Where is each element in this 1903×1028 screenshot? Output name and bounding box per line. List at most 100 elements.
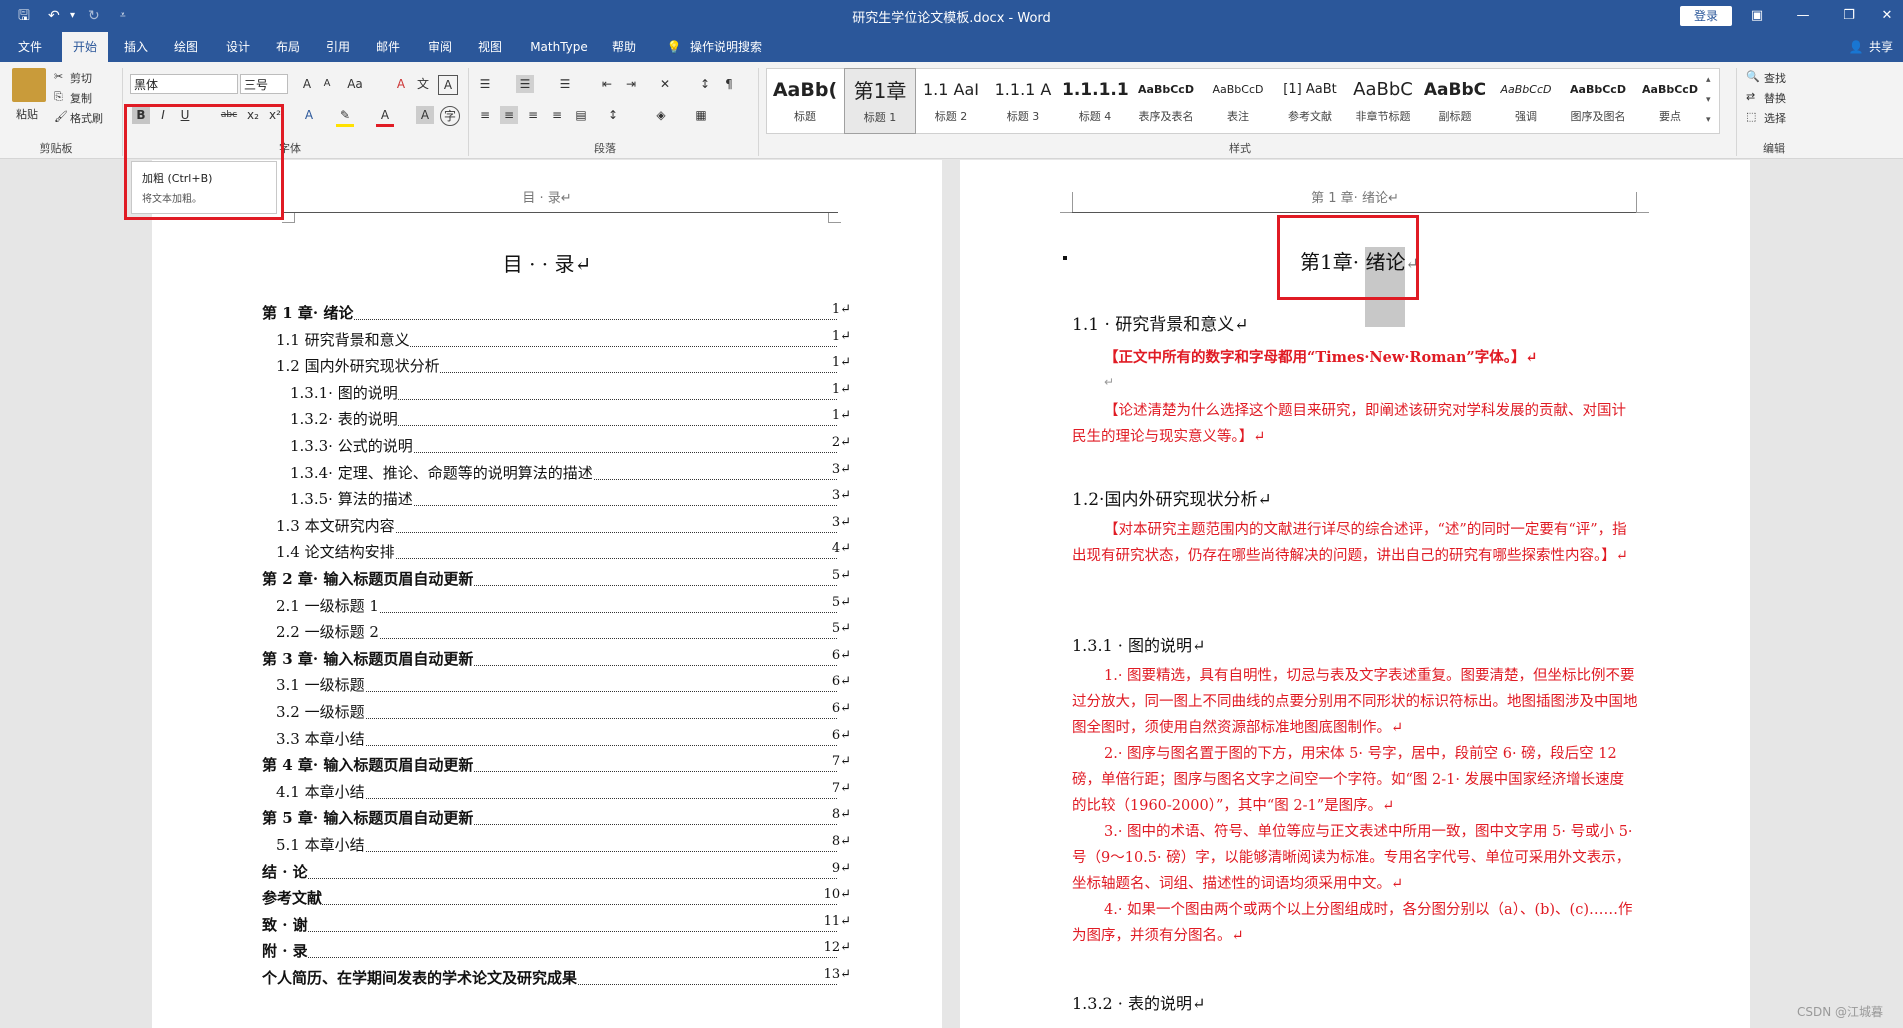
toc-entry[interactable]: 附 · 录 12↵ [262, 940, 851, 962]
select-button[interactable]: 选择 [1764, 110, 1786, 126]
font-color-icon[interactable]: A [376, 106, 394, 127]
change-case-icon[interactable]: Aa [346, 75, 364, 93]
numbering-icon[interactable]: ☰ [516, 75, 534, 93]
multilevel-list-icon[interactable]: ☰ [556, 75, 574, 93]
decrease-indent-icon[interactable]: ⇤ [598, 75, 616, 93]
chapter-page[interactable]: 第 1 章· 绪论↵ 第1章· 绪论↵ 1.1 · 研究背景和意义↵ 【正文中所… [960, 160, 1750, 1028]
toc-entry[interactable]: 1.3.1· 图的说明 1↵ [290, 381, 851, 404]
align-left-icon[interactable]: ≡ [476, 106, 494, 124]
font-size-input[interactable]: 三号 [240, 74, 288, 94]
toc-entry[interactable]: 结 · 论 9↵ [262, 860, 851, 883]
style-non-chapter-title[interactable]: AaBbC 非章节标题 [1348, 68, 1418, 132]
enclose-char-icon[interactable]: 字 [440, 106, 460, 126]
toc-entry[interactable]: 5.1 本章小结 8↵ [276, 834, 851, 856]
find-button[interactable]: 查找 [1764, 70, 1786, 86]
maximize-icon[interactable]: ❐ [1834, 5, 1864, 27]
replace-button[interactable]: 替换 [1764, 90, 1786, 106]
tab-help[interactable]: 帮助 [604, 32, 644, 62]
highlight-icon[interactable]: ✎ [336, 106, 354, 127]
style-table-caption[interactable]: AaBbCcD 表序及表名 [1132, 68, 1200, 132]
grow-font-icon[interactable]: A [298, 75, 316, 93]
style-heading-4[interactable]: 1.1.1.1 标题 4 [1062, 68, 1128, 132]
char-shading-icon[interactable]: A [416, 106, 434, 124]
find-icon[interactable]: 🔍 [1746, 70, 1760, 83]
cut-button[interactable]: 剪切 [70, 70, 92, 86]
distributed-icon[interactable]: ▤ [572, 106, 590, 124]
tab-mathtype[interactable]: MathType [524, 32, 594, 62]
paste-icon[interactable] [12, 68, 46, 102]
text-effects-icon[interactable]: A [300, 106, 318, 124]
style-heading-2[interactable]: 1.1 AaI 标题 2 [918, 68, 984, 132]
style-key-point[interactable]: AaBbCcD 要点 [1636, 68, 1704, 132]
style-figure-caption[interactable]: AaBbCcD 图序及图名 [1564, 68, 1632, 132]
toc-page[interactable]: 目 · 录↵ 目 · · 录↵ 第 1 章· 绪论 1↵ 1.1 研究背景和意义 1↵… [152, 160, 942, 1028]
toc-entry[interactable]: 致 · 谢 11↵ [262, 913, 851, 936]
tab-insert[interactable]: 插入 [116, 32, 156, 62]
format-painter-button[interactable]: 格式刷 [70, 110, 103, 126]
toc-entry[interactable]: 3.2 一级标题 6↵ [276, 701, 851, 723]
style-heading-3[interactable]: 1.1.1 A 标题 3 [988, 68, 1058, 132]
cut-icon[interactable]: ✂ [54, 70, 63, 83]
gallery-scroll-icon[interactable]: ▴ ▾ ▾ [1706, 70, 1716, 130]
borders-icon[interactable]: ▦ [692, 106, 710, 124]
shrink-font-icon[interactable]: A [318, 75, 336, 93]
toc-entry[interactable]: 个人简历、在学期间发表的学术论文及研究成果 13↵ [262, 967, 851, 989]
bullets-icon[interactable]: ☰ [476, 75, 494, 93]
shading-icon[interactable]: ◈ [652, 106, 670, 124]
toc-entry[interactable]: 1.3.2· 表的说明 1↵ [290, 408, 851, 430]
share-button[interactable]: 共享 [1866, 32, 1896, 62]
minimize-icon[interactable]: — [1788, 5, 1818, 27]
tab-mailings[interactable]: 邮件 [368, 32, 408, 62]
toc-entry[interactable]: 2.2 一级标题 2 5↵ [276, 621, 851, 643]
toc-entry[interactable]: 1.3 本文研究内容 3↵ [276, 514, 851, 537]
chinese-layout-icon[interactable]: ✕ [656, 75, 674, 93]
tab-design[interactable]: 设计 [218, 32, 258, 62]
char-border-icon[interactable]: A [438, 75, 458, 95]
increase-indent-icon[interactable]: ⇥ [622, 75, 640, 93]
toc-entry[interactable]: 4.1 本章小结 7↵ [276, 780, 851, 803]
toc-entry[interactable]: 1.3.4· 定理、推论、命题等的说明算法的描述 3↵ [290, 461, 851, 484]
style-heading-1[interactable]: 第1章 标题 1 [844, 68, 916, 134]
toc-entry[interactable]: 第 1 章· 绪论 1↵ [262, 302, 851, 324]
toc-entry[interactable]: 第 4 章· 输入标题页眉自动更新 7↵ [262, 754, 851, 776]
style-references[interactable]: [1] AaBt 参考文献 [1276, 68, 1344, 132]
sort-icon[interactable]: ↕ [696, 75, 714, 93]
style-title[interactable]: AaBb( 标题 [770, 68, 840, 132]
toc-entry[interactable]: 1.4 论文结构安排 4↵ [276, 541, 851, 563]
toc-entry[interactable]: 1.2 国内外研究现状分析 1↵ [276, 355, 851, 377]
toc-entry[interactable]: 第 3 章· 输入标题页眉自动更新 6↵ [262, 647, 851, 670]
tab-review[interactable]: 审阅 [420, 32, 460, 62]
tell-me-search[interactable]: 操作说明搜索 [690, 32, 780, 62]
toc-entry[interactable]: 3.3 本章小结 6↵ [276, 727, 851, 750]
style-emphasis[interactable]: AaBbCcD 强调 [1492, 68, 1560, 132]
phonetic-guide-icon[interactable]: 文 [414, 75, 432, 93]
tab-layout[interactable]: 布局 [268, 32, 308, 62]
align-center-icon[interactable]: ≡ [500, 106, 518, 124]
show-marks-icon[interactable]: ¶ [720, 75, 738, 93]
font-name-input[interactable]: 黑体 [130, 74, 238, 94]
line-spacing-icon[interactable]: ↕ [604, 106, 622, 124]
select-icon[interactable]: ⬚ [1746, 110, 1756, 123]
replace-icon[interactable]: ⇄ [1746, 90, 1755, 103]
style-subtitle[interactable]: AaBbC 副标题 [1422, 68, 1488, 132]
toc-entry[interactable]: 1.1 研究背景和意义 1↵ [276, 328, 851, 351]
toc-entry[interactable]: 第 5 章· 输入标题页眉自动更新 8↵ [262, 807, 851, 829]
tab-home[interactable]: 开始 [62, 32, 108, 62]
close-icon[interactable]: ✕ [1872, 5, 1902, 27]
toc-entry[interactable]: 1.3.5· 算法的描述 3↵ [290, 488, 851, 510]
align-right-icon[interactable]: ≡ [524, 106, 542, 124]
tab-file[interactable]: 文件 [10, 32, 50, 62]
toc-entry[interactable]: 第 2 章· 输入标题页眉自动更新 5↵ [262, 568, 851, 590]
paste-button[interactable]: 粘贴 [16, 106, 38, 122]
toc-entry[interactable]: 1.3.3· 公式的说明 2↵ [290, 435, 851, 457]
clear-format-icon[interactable]: A [392, 75, 410, 93]
ribbon-display-icon[interactable]: ▣ [1742, 5, 1772, 27]
toc-entry[interactable]: 2.1 一级标题 1 5↵ [276, 594, 851, 617]
style-table-note[interactable]: AaBbCcD 表注 [1204, 68, 1272, 132]
tab-draw[interactable]: 绘图 [166, 32, 206, 62]
copy-icon[interactable]: ⎘ [54, 90, 63, 104]
tab-view[interactable]: 视图 [470, 32, 510, 62]
copy-button[interactable]: 复制 [70, 90, 92, 106]
login-button[interactable]: 登录 [1680, 6, 1732, 26]
toc-entry[interactable]: 3.1 一级标题 6↵ [276, 674, 851, 696]
